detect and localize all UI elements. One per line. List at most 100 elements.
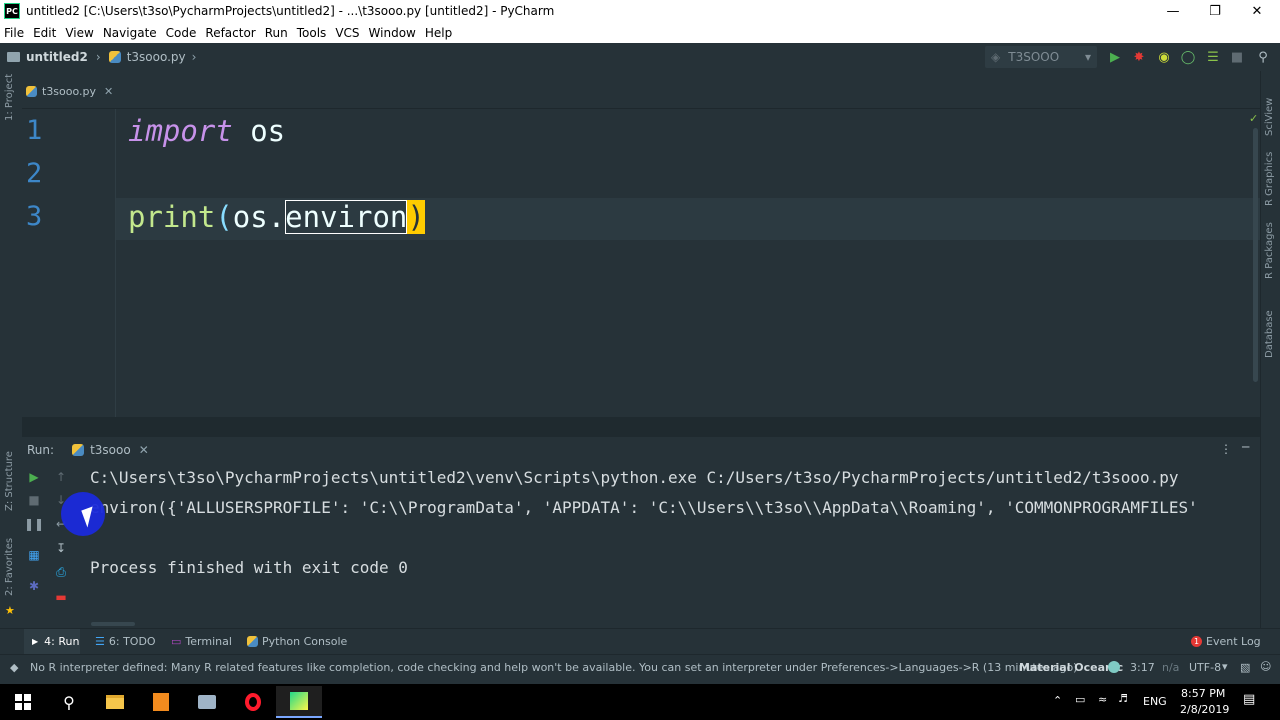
database-tool-tab[interactable]: Database [1264,310,1275,358]
pycharm-taskbar-icon[interactable] [276,686,322,718]
restore-icon[interactable]: ❐ [1192,0,1238,22]
python-file-icon [26,85,37,97]
menu-file[interactable]: File [4,26,24,40]
battery-icon[interactable]: ▭ [1075,693,1085,706]
python-console-tool-tab-label: Python Console [262,635,348,648]
star-icon: ★ [5,604,15,617]
run-tab-label[interactable]: t3sooo [90,443,131,457]
breadcrumb-file[interactable]: t3sooo.py [127,50,186,64]
line-number: 2 [26,158,43,189]
menu-navigate[interactable]: Navigate [103,26,157,40]
search-icon[interactable]: ⚲ [46,686,92,718]
rerun-icon[interactable]: ▶ [27,470,41,484]
menu-edit[interactable]: Edit [33,26,56,40]
search-everywhere-icon[interactable]: ⚲ [1254,48,1272,66]
network-app-icon[interactable] [184,686,230,718]
code-line-1: import os [128,114,285,148]
menu-view[interactable]: View [65,26,93,40]
code-editor[interactable] [22,109,1260,417]
event-log-tool-tab[interactable]: 1 Event Log [1191,635,1261,648]
coverage-icon[interactable]: ◉ [1155,48,1173,66]
theme-color-icon [1108,661,1120,673]
close-tab-icon[interactable]: ✕ [104,85,113,98]
language-indicator[interactable]: ENG [1143,695,1167,708]
sciview-tool-tab[interactable]: SciView [1264,98,1275,136]
menu-refactor[interactable]: Refactor [205,26,255,40]
pause-icon[interactable]: ❚❚ [24,517,44,531]
clock-date[interactable]: 2/8/2019 [1180,703,1229,716]
r-graphics-tool-tab[interactable]: R Graphics [1264,152,1275,206]
console-hscrollbar[interactable] [91,622,135,626]
caret-position[interactable]: 3:17 [1130,661,1155,674]
python-console-tool-tab[interactable]: Python Console [247,635,347,648]
run-panel-header: Run: t3sooo ✕ ⋮ ─ [22,437,1260,463]
run-toolbar: ▶ ↑ ■ ↓ ❚❚ ↩ ▦ ↧ ⎙ ✱ ▬ [22,463,78,628]
run-console[interactable] [78,463,1260,628]
terminal-tool-tab[interactable]: ▭ Terminal [171,635,232,648]
python-file-icon [108,51,121,63]
menu-run[interactable]: Run [265,26,288,40]
minimize-icon[interactable]: — [1150,0,1196,22]
opera-icon[interactable] [230,686,276,718]
run-configuration-select[interactable]: ◈ T3SOOO ▾ [985,46,1097,68]
todo-tool-tab[interactable]: ☰ 6: TODO [95,635,156,648]
inspection-ok-icon: ✓ [1249,112,1259,125]
stop-icon[interactable]: ■ [1228,48,1246,66]
module-name: os [232,114,286,148]
file-explorer-icon[interactable] [92,686,138,718]
event-count-badge: 1 [1191,636,1202,647]
selected-environ: environ [285,200,408,234]
menu-vcs[interactable]: VCS [335,26,359,40]
menu-window[interactable]: Window [369,26,416,40]
close-icon[interactable]: ✕ [1234,0,1280,22]
notifications-icon[interactable]: ▤ [1243,692,1255,707]
structure-tool-tab[interactable]: Z: Structure [4,451,15,511]
tray-chevron-up-icon[interactable]: ⌃ [1053,694,1062,707]
debug-icon[interactable]: ✸ [1130,48,1148,66]
line-number: 3 [26,201,43,232]
menu-code[interactable]: Code [166,26,197,40]
more-options-icon[interactable]: ⋮ [1220,442,1232,456]
inspector-icon[interactable]: ☺ [1260,660,1271,673]
run-icon[interactable]: ▶ [1106,48,1124,66]
close-tab-icon[interactable]: ✕ [139,443,149,457]
volume-icon[interactable]: ♬ [1118,692,1128,705]
menu-tools[interactable]: Tools [297,26,327,40]
breadcrumb-project[interactable]: untitled2 [26,50,88,64]
favorites-tool-tab[interactable]: 2: Favorites [4,538,15,596]
build-icon[interactable]: ☰ [1204,48,1222,66]
windows-start-icon[interactable] [0,686,46,718]
trash-icon[interactable]: ▬ [54,590,68,604]
scroll-to-end-icon[interactable]: ↧ [54,541,68,555]
stop-icon[interactable]: ■ [27,493,41,507]
editor-tab[interactable]: t3sooo.py ✕ [26,80,113,102]
minimize-panel-icon[interactable]: ─ [1242,440,1249,454]
project-tool-tab[interactable]: 1: Project [4,74,15,121]
todo-tool-tab-label: 6: TODO [108,635,156,648]
print-icon[interactable]: ⎙ [54,565,68,579]
profile-icon[interactable]: ◯ [1179,48,1197,66]
file-encoding[interactable]: UTF-8 [1189,661,1221,674]
run-panel-label: Run: [27,443,55,457]
r-packages-tool-tab[interactable]: R Packages [1264,222,1275,279]
function-print: print [128,200,216,234]
play-icon: ▶ [32,637,39,646]
menu-help[interactable]: Help [425,26,452,40]
line-number-gutter [22,109,116,417]
pycharm-app-icon: PC [4,3,20,19]
clock-time[interactable]: 8:57 PM [1181,687,1225,700]
sublime-text-icon[interactable] [138,686,184,718]
layout-icon[interactable]: ▦ [27,548,41,562]
chevron-right-icon: › [95,50,101,64]
line-separator[interactable]: n/a [1162,661,1179,674]
run-tool-tab[interactable]: ▶ 4: Run [24,629,80,654]
python-file-icon [72,444,85,456]
up-arrow-icon[interactable]: ↑ [54,470,68,484]
editor-scrollbar[interactable] [1253,128,1258,382]
pin-icon[interactable]: ✱ [27,579,41,593]
panel-splitter[interactable] [22,417,1260,437]
object-os: os. [232,200,286,234]
lock-icon[interactable]: ▧ [1240,661,1250,674]
wifi-icon[interactable]: ≈ [1098,693,1107,706]
status-message[interactable]: No R interpreter defined: Many R related… [30,661,1077,674]
